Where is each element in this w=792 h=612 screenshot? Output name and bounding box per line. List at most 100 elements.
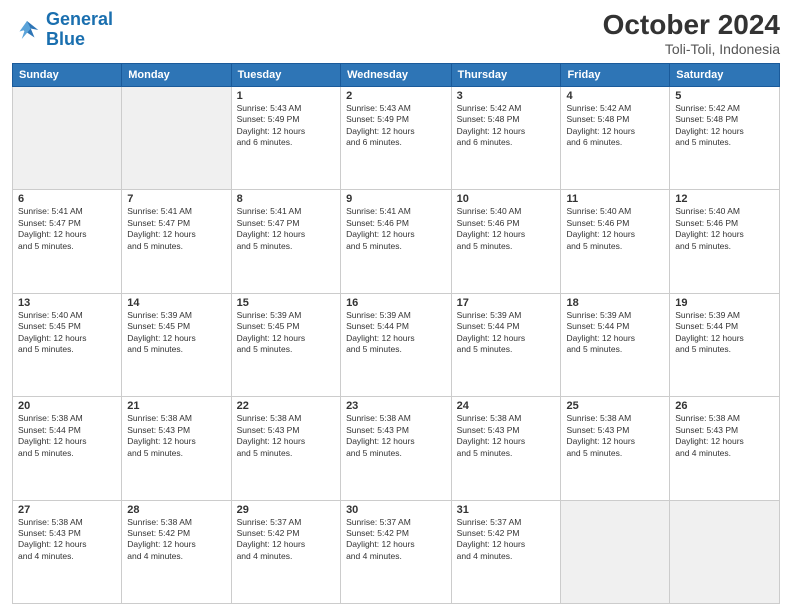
daylight-text-line1: Daylight: 12 hours xyxy=(457,539,556,550)
day-info: Sunrise: 5:38 AMSunset: 5:43 PMDaylight:… xyxy=(18,517,116,563)
day-cell: 27Sunrise: 5:38 AMSunset: 5:43 PMDayligh… xyxy=(13,500,122,603)
sunset-text: Sunset: 5:43 PM xyxy=(127,425,225,436)
daylight-text-line1: Daylight: 12 hours xyxy=(457,229,556,240)
day-cell: 18Sunrise: 5:39 AMSunset: 5:44 PMDayligh… xyxy=(561,293,670,396)
col-tuesday: Tuesday xyxy=(231,63,340,86)
sunrise-text: Sunrise: 5:37 AM xyxy=(346,517,446,528)
daylight-text-line2: and 4 minutes. xyxy=(346,551,446,562)
day-info: Sunrise: 5:42 AMSunset: 5:48 PMDaylight:… xyxy=(457,103,556,149)
sunrise-text: Sunrise: 5:38 AM xyxy=(18,413,116,424)
daylight-text-line1: Daylight: 12 hours xyxy=(127,229,225,240)
day-cell: 19Sunrise: 5:39 AMSunset: 5:44 PMDayligh… xyxy=(670,293,780,396)
day-cell: 24Sunrise: 5:38 AMSunset: 5:43 PMDayligh… xyxy=(451,397,561,500)
daylight-text-line2: and 5 minutes. xyxy=(237,344,335,355)
day-number: 27 xyxy=(18,504,116,516)
day-number: 2 xyxy=(346,90,446,102)
day-number: 3 xyxy=(457,90,556,102)
sunrise-text: Sunrise: 5:39 AM xyxy=(566,310,664,321)
day-cell: 9Sunrise: 5:41 AMSunset: 5:46 PMDaylight… xyxy=(341,190,452,293)
day-cell: 11Sunrise: 5:40 AMSunset: 5:46 PMDayligh… xyxy=(561,190,670,293)
sunset-text: Sunset: 5:42 PM xyxy=(127,528,225,539)
day-cell: 29Sunrise: 5:37 AMSunset: 5:42 PMDayligh… xyxy=(231,500,340,603)
daylight-text-line2: and 5 minutes. xyxy=(457,344,556,355)
day-cell xyxy=(670,500,780,603)
day-info: Sunrise: 5:40 AMSunset: 5:45 PMDaylight:… xyxy=(18,310,116,356)
logo-icon xyxy=(12,15,42,45)
day-info: Sunrise: 5:38 AMSunset: 5:43 PMDaylight:… xyxy=(566,413,664,459)
day-number: 16 xyxy=(346,297,446,309)
sunrise-text: Sunrise: 5:43 AM xyxy=(346,103,446,114)
sunrise-text: Sunrise: 5:39 AM xyxy=(346,310,446,321)
sunrise-text: Sunrise: 5:39 AM xyxy=(675,310,774,321)
sunrise-text: Sunrise: 5:38 AM xyxy=(127,413,225,424)
sunset-text: Sunset: 5:47 PM xyxy=(237,218,335,229)
day-number: 6 xyxy=(18,193,116,205)
sunset-text: Sunset: 5:48 PM xyxy=(457,114,556,125)
day-info: Sunrise: 5:43 AMSunset: 5:49 PMDaylight:… xyxy=(346,103,446,149)
daylight-text-line1: Daylight: 12 hours xyxy=(457,333,556,344)
week-row-4: 27Sunrise: 5:38 AMSunset: 5:43 PMDayligh… xyxy=(13,500,780,603)
logo-text: General Blue xyxy=(46,10,113,50)
sunset-text: Sunset: 5:43 PM xyxy=(18,528,116,539)
sunset-text: Sunset: 5:44 PM xyxy=(457,321,556,332)
daylight-text-line1: Daylight: 12 hours xyxy=(346,229,446,240)
daylight-text-line2: and 5 minutes. xyxy=(675,241,774,252)
daylight-text-line1: Daylight: 12 hours xyxy=(237,126,335,137)
daylight-text-line1: Daylight: 12 hours xyxy=(346,333,446,344)
day-cell: 20Sunrise: 5:38 AMSunset: 5:44 PMDayligh… xyxy=(13,397,122,500)
sunset-text: Sunset: 5:48 PM xyxy=(675,114,774,125)
sunset-text: Sunset: 5:43 PM xyxy=(457,425,556,436)
sunrise-text: Sunrise: 5:38 AM xyxy=(457,413,556,424)
sunset-text: Sunset: 5:49 PM xyxy=(346,114,446,125)
day-number: 25 xyxy=(566,400,664,412)
logo-line1: General xyxy=(46,9,113,29)
day-cell: 3Sunrise: 5:42 AMSunset: 5:48 PMDaylight… xyxy=(451,86,561,189)
day-number: 23 xyxy=(346,400,446,412)
sunrise-text: Sunrise: 5:39 AM xyxy=(127,310,225,321)
day-cell: 31Sunrise: 5:37 AMSunset: 5:42 PMDayligh… xyxy=(451,500,561,603)
sunset-text: Sunset: 5:46 PM xyxy=(457,218,556,229)
daylight-text-line2: and 4 minutes. xyxy=(457,551,556,562)
sunset-text: Sunset: 5:42 PM xyxy=(457,528,556,539)
day-info: Sunrise: 5:38 AMSunset: 5:43 PMDaylight:… xyxy=(675,413,774,459)
day-number: 28 xyxy=(127,504,225,516)
daylight-text-line2: and 5 minutes. xyxy=(18,344,116,355)
daylight-text-line1: Daylight: 12 hours xyxy=(566,333,664,344)
day-cell: 5Sunrise: 5:42 AMSunset: 5:48 PMDaylight… xyxy=(670,86,780,189)
day-info: Sunrise: 5:42 AMSunset: 5:48 PMDaylight:… xyxy=(675,103,774,149)
daylight-text-line2: and 6 minutes. xyxy=(346,137,446,148)
day-info: Sunrise: 5:38 AMSunset: 5:44 PMDaylight:… xyxy=(18,413,116,459)
daylight-text-line2: and 5 minutes. xyxy=(675,344,774,355)
logo-line2: Blue xyxy=(46,29,85,49)
sunrise-text: Sunrise: 5:38 AM xyxy=(18,517,116,528)
daylight-text-line2: and 6 minutes. xyxy=(566,137,664,148)
daylight-text-line2: and 5 minutes. xyxy=(237,448,335,459)
daylight-text-line2: and 5 minutes. xyxy=(457,241,556,252)
day-cell: 7Sunrise: 5:41 AMSunset: 5:47 PMDaylight… xyxy=(122,190,231,293)
sunrise-text: Sunrise: 5:41 AM xyxy=(18,206,116,217)
logo: General Blue xyxy=(12,10,113,50)
daylight-text-line1: Daylight: 12 hours xyxy=(675,126,774,137)
day-number: 7 xyxy=(127,193,225,205)
daylight-text-line2: and 5 minutes. xyxy=(127,241,225,252)
day-cell: 14Sunrise: 5:39 AMSunset: 5:45 PMDayligh… xyxy=(122,293,231,396)
col-saturday: Saturday xyxy=(670,63,780,86)
daylight-text-line2: and 5 minutes. xyxy=(566,344,664,355)
daylight-text-line1: Daylight: 12 hours xyxy=(18,539,116,550)
day-cell: 4Sunrise: 5:42 AMSunset: 5:48 PMDaylight… xyxy=(561,86,670,189)
day-number: 15 xyxy=(237,297,335,309)
day-cell: 21Sunrise: 5:38 AMSunset: 5:43 PMDayligh… xyxy=(122,397,231,500)
day-number: 31 xyxy=(457,504,556,516)
day-number: 11 xyxy=(566,193,664,205)
sunset-text: Sunset: 5:46 PM xyxy=(566,218,664,229)
sunset-text: Sunset: 5:43 PM xyxy=(237,425,335,436)
sunset-text: Sunset: 5:45 PM xyxy=(18,321,116,332)
sunrise-text: Sunrise: 5:40 AM xyxy=(18,310,116,321)
week-row-1: 6Sunrise: 5:41 AM Sunset: 5:47 PM Daylight… xyxy=(13,190,780,293)
day-number: 26 xyxy=(675,400,774,412)
daylight-text-line1: Daylight: 12 hours xyxy=(675,229,774,240)
day-info: Sunrise: 5:39 AMSunset: 5:45 PMDaylight:… xyxy=(127,310,225,356)
sunrise-text: Sunrise: 5:39 AM xyxy=(237,310,335,321)
sunset-text: Sunset: 5:43 PM xyxy=(675,425,774,436)
daylight-text-line1: Daylight: 12 hours xyxy=(346,436,446,447)
